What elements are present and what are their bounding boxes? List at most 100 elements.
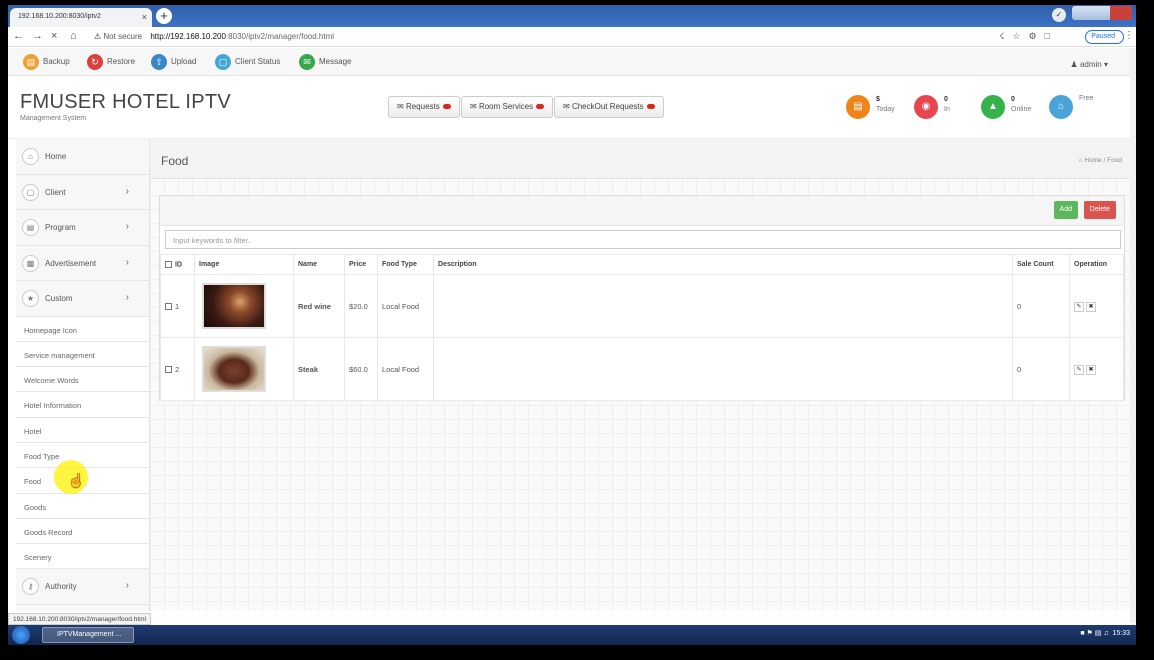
browser-tab[interactable]: 192.168.10.200:8030/iptv2 ×: [10, 8, 152, 27]
tab-close-icon[interactable]: ×: [142, 12, 147, 22]
home-icon: ⌂: [1049, 95, 1073, 119]
row-id: 2: [175, 364, 180, 374]
back-icon[interactable]: ←: [13, 31, 24, 42]
chevron-right-icon: ›: [125, 256, 129, 268]
stat-label: Today: [876, 106, 895, 113]
edit-icon[interactable]: ✎: [1074, 364, 1084, 375]
monitor-icon: ▢: [22, 183, 39, 201]
sidebar-item-custom[interactable]: ★ Custom ›: [16, 281, 149, 317]
room-services-button[interactable]: ✉ Room Services: [461, 96, 554, 118]
col-id-label: ID: [175, 261, 182, 269]
new-tab-button[interactable]: +: [156, 8, 172, 24]
sidebar-item-program[interactable]: ▤ Program ›: [16, 210, 149, 246]
sidebar-item-authority[interactable]: ⚷ Authority ›: [16, 569, 149, 605]
backup-button[interactable]: ▤ Backup: [23, 54, 70, 70]
cell-price: $20.0: [344, 274, 378, 338]
start-button[interactable]: [12, 626, 30, 644]
cell-food-type: Local Food: [377, 337, 434, 401]
lock-icon: ◉: [914, 95, 938, 119]
add-button[interactable]: Add: [1053, 201, 1078, 219]
col-id: ID: [160, 254, 195, 275]
sidebar-subitem-goods-record[interactable]: Goods Record: [16, 518, 149, 545]
cell-operation: ✎ ✖: [1069, 274, 1124, 338]
sidebar-item-client[interactable]: ▢ Client ›: [16, 175, 149, 210]
message-icon: ✉: [299, 54, 315, 70]
delete-button[interactable]: Delete: [1083, 201, 1116, 219]
remove-icon[interactable]: ✖: [1086, 364, 1096, 375]
tray-icons[interactable]: ■ ⚑ ▤ ♫: [1080, 630, 1108, 637]
checkout-requests-badge: [646, 104, 655, 110]
status-url: 192.168.10.200:8030/iptv2/manager/food.h…: [8, 613, 151, 625]
admin-menu[interactable]: ♟ admin ▾: [1071, 60, 1108, 69]
sidebar-subitem-hotel[interactable]: Hotel: [16, 417, 149, 443]
cell-sale-count: 0: [1012, 274, 1070, 338]
chevron-right-icon: ›: [125, 292, 129, 303]
stat-value: 0: [944, 96, 948, 103]
stop-icon[interactable]: ×: [51, 31, 57, 42]
bullhorn-icon: ✉: [563, 102, 570, 111]
cell-name: Steak: [293, 337, 345, 401]
page-scrollbar[interactable]: [1130, 48, 1136, 623]
profile-icon[interactable]: ✓: [1052, 8, 1066, 22]
sidebar-item-home[interactable]: ⌂ Home: [16, 139, 149, 175]
filter-input[interactable]: Input keywords to filter.: [165, 230, 1121, 249]
checkout-requests-label: CheckOut Requests: [571, 102, 644, 111]
col-price: Price: [344, 254, 378, 275]
address-bar: ← → × ⌂ ⚠ Not secure http://192.168.10.2…: [8, 27, 1136, 47]
home-icon: ⌂: [1078, 157, 1083, 164]
sidebar-subitem-hotel-information[interactable]: Hotel Information: [16, 392, 149, 418]
row-checkbox[interactable]: [165, 366, 172, 374]
backup-label: Backup: [43, 57, 70, 66]
restore-button[interactable]: ↻ Restore: [87, 54, 135, 70]
breadcrumb-current: Food: [1107, 157, 1122, 164]
client-status-button[interactable]: ▢ Client Status: [215, 54, 280, 70]
url-field[interactable]: ⚠ Not secure http://192.168.10.200:8030/…: [94, 32, 334, 41]
message-button[interactable]: ✉ Message: [299, 54, 351, 70]
sidebar-subitem-goods[interactable]: Goods: [16, 493, 149, 519]
client-status-label: Client Status: [235, 57, 281, 66]
cell-id: 1: [160, 274, 195, 338]
forward-icon[interactable]: →: [32, 31, 43, 42]
browser-title-bar: 192.168.10.200:8030/iptv2 × + ✓: [8, 5, 1136, 27]
row-id: 1: [175, 301, 180, 311]
upload-button[interactable]: ⇧ Upload: [151, 54, 196, 70]
stat-value: 0: [1011, 96, 1015, 103]
window-controls[interactable]: [1072, 6, 1132, 20]
home-page-icon[interactable]: ⌂: [70, 31, 77, 42]
stat-in: ◉ 0 In: [914, 95, 974, 121]
taskbar-item[interactable]: IPTVManagement ...: [42, 627, 134, 643]
breadcrumb-home[interactable]: Home: [1084, 157, 1101, 164]
address-actions[interactable]: ☇☆⚙□: [999, 31, 1058, 42]
url-host: http://192.168.10.200: [150, 32, 226, 41]
cell-description: [433, 274, 1013, 338]
sidebar-subitem-scenery[interactable]: Scenery: [16, 544, 149, 570]
message-label: Message: [319, 57, 352, 66]
upload-label: Upload: [171, 57, 197, 66]
row-checkbox[interactable]: [165, 303, 172, 311]
remove-icon[interactable]: ✖: [1086, 301, 1096, 312]
paused-badge[interactable]: Paused: [1085, 30, 1124, 44]
window-close-button[interactable]: [1110, 6, 1132, 20]
browser-menu-icon[interactable]: ⋮: [1124, 30, 1134, 41]
sidebar-subitem-homepage-icon[interactable]: Homepage Icon: [16, 316, 149, 342]
mouse-pointer-icon: ☝: [68, 473, 85, 488]
stat-free: ⌂ Free: [1049, 95, 1109, 121]
sidebar-subitem-welcome-words[interactable]: Welcome Words: [16, 367, 149, 393]
cell-price: $60.0: [344, 337, 378, 401]
edit-icon[interactable]: ✎: [1074, 301, 1084, 312]
checkout-requests-button[interactable]: ✉ CheckOut Requests: [554, 96, 664, 118]
film-icon: ▤: [22, 219, 39, 236]
requests-button[interactable]: ✉ Requests: [388, 96, 460, 118]
panel-toolbar: Add Delete: [160, 196, 1124, 226]
col-sale-count: Sale Count: [1012, 254, 1070, 275]
select-all-checkbox[interactable]: [165, 260, 172, 268]
stat-value: $: [876, 96, 880, 103]
clock[interactable]: 15:33: [1112, 630, 1130, 637]
sidebar-subitem-service-management[interactable]: Service management: [16, 341, 149, 368]
bullhorn-icon: ✉: [470, 102, 477, 111]
backup-icon: ▤: [23, 54, 39, 70]
sidebar-item-label: Custom: [45, 294, 73, 303]
sidebar: ⌂ Home ▢ Client › ▤ Program › ▩ Advertisement ›…: [16, 139, 150, 611]
sidebar-item-advertisement[interactable]: ▩ Advertisement ›: [16, 246, 149, 281]
money-icon: ▤: [846, 95, 870, 119]
